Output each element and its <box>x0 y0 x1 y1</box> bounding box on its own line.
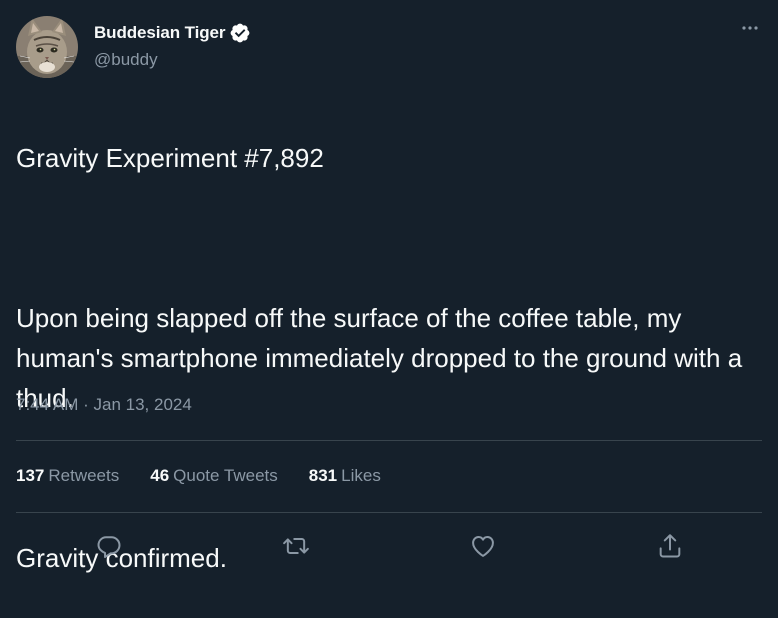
author-name-row: Buddesian Tiger <box>94 20 251 46</box>
tweet-timestamp[interactable]: 7:44 AM · Jan 13, 2024 <box>16 395 192 415</box>
action-bar <box>0 525 778 565</box>
tweet-date: Jan 13, 2024 <box>93 395 192 414</box>
share-icon <box>659 534 681 558</box>
reply-icon <box>97 536 121 559</box>
more-dots-icon <box>742 26 758 30</box>
likes-label: Likes <box>341 466 381 485</box>
quote-tweets-count: 46 <box>150 466 170 485</box>
divider-bottom <box>16 512 762 513</box>
divider-top <box>16 440 762 441</box>
cat-avatar-image <box>16 16 78 78</box>
retweets-count: 137 <box>16 466 45 485</box>
like-button[interactable] <box>468 531 498 561</box>
retweet-icon <box>283 538 309 554</box>
likes-stat[interactable]: 831 Likes <box>309 466 381 486</box>
quote-tweets-label: Quote Tweets <box>173 466 278 485</box>
engagement-stats: 137 Retweets 46 Quote Tweets 831 Likes <box>16 466 412 486</box>
quote-tweets-stat[interactable]: 46 Quote Tweets <box>150 466 278 486</box>
share-button[interactable] <box>655 531 685 561</box>
like-icon <box>472 536 494 557</box>
verified-badge-icon <box>229 22 251 44</box>
likes-count: 831 <box>308 466 338 485</box>
retweets-stat[interactable]: 137 Retweets <box>16 466 119 486</box>
reply-button[interactable] <box>94 531 124 561</box>
meta-separator: · <box>83 395 89 414</box>
author-handle[interactable]: @buddy <box>94 50 158 70</box>
paragraph-spacer <box>16 218 762 258</box>
tweet-time: 7:44 AM <box>16 395 79 414</box>
retweets-label: Retweets <box>48 466 120 485</box>
tweet-paragraph: Gravity Experiment #7,892 <box>16 143 324 173</box>
avatar[interactable] <box>16 16 78 78</box>
tweet-card: Buddesian Tiger @buddy Gravity Experimen… <box>0 0 778 592</box>
display-name[interactable]: Buddesian Tiger <box>94 23 225 43</box>
more-options-button[interactable] <box>738 16 762 40</box>
retweet-button[interactable] <box>281 531 311 561</box>
